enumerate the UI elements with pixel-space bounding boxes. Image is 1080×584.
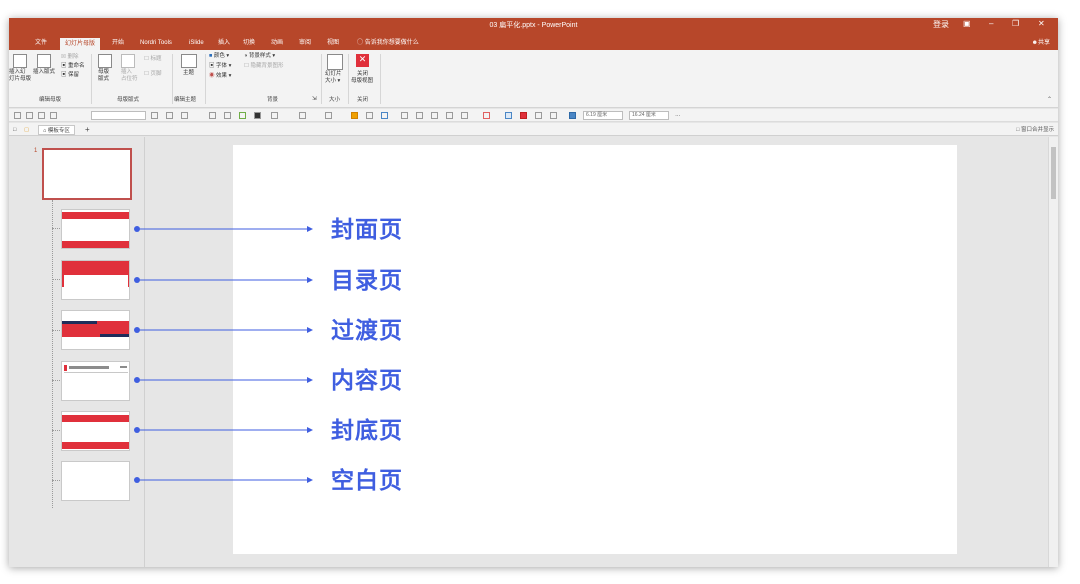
arrow-cover	[134, 226, 313, 232]
label-back-cover-page: 封底页	[331, 418, 403, 444]
label-toc-page: 目录页	[331, 268, 403, 294]
label-content-page: 内容页	[331, 368, 403, 394]
label-transition-page: 过渡页	[331, 318, 403, 344]
arrow-content	[134, 377, 313, 383]
powerpoint-window: 03 扁平化.pptx - PowerPoint 登录 ▣ – ❐ ✕ 文件 幻…	[9, 18, 1058, 567]
label-blank-page: 空白页	[331, 468, 403, 494]
arrow-blank	[134, 477, 313, 483]
arrow-transition	[134, 327, 313, 333]
arrow-toc	[134, 277, 313, 283]
arrow-back-cover	[134, 427, 313, 433]
label-cover-page: 封面页	[331, 217, 403, 243]
annotation-arrows	[134, 226, 313, 483]
